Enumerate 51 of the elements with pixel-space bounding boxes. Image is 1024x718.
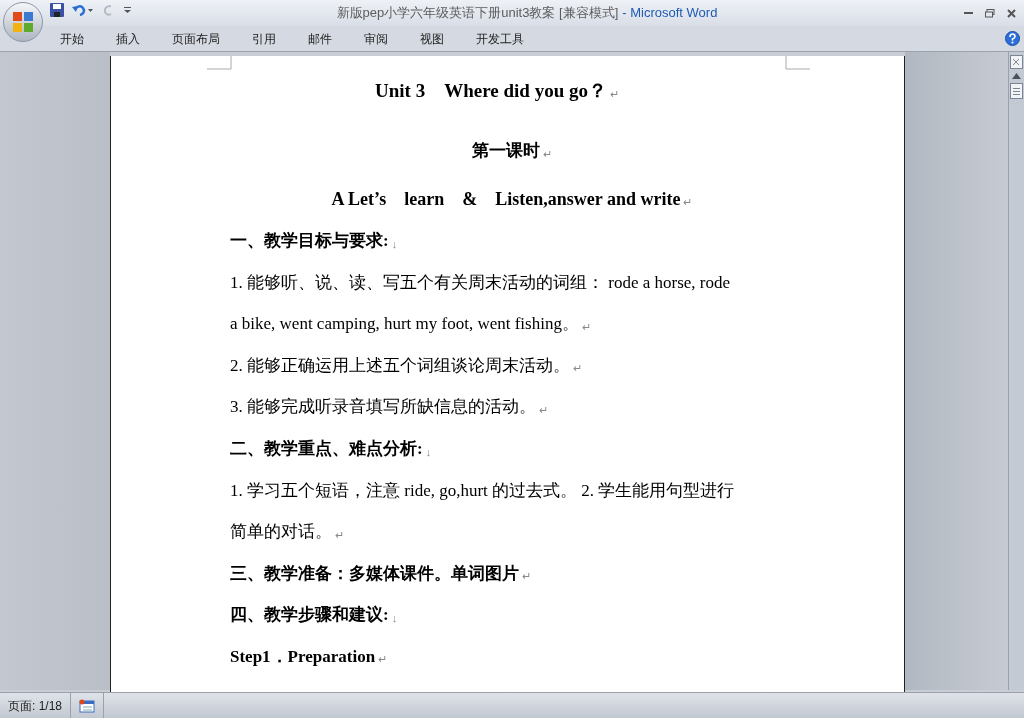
close-icon[interactable] [1007,8,1016,18]
paragraph-mark: ↵ [543,146,552,162]
ribbon-tab[interactable]: 视图 [404,29,460,48]
minimize-icon[interactable] [964,11,973,15]
scroll-thumb[interactable] [1010,83,1023,99]
customize-toolbar-icon[interactable] [124,6,132,14]
paragraph-mark: ↓ [425,444,432,460]
ribbon-tab[interactable]: 开发工具 [460,29,540,48]
paragraph-mark: ↵ [539,402,548,418]
proofing-icon[interactable] [79,698,96,713]
crop-mark [785,56,810,70]
save-icon[interactable] [50,3,64,17]
section-heading: 二、教学重点、难点分析: [230,438,423,460]
paragraph-mark: ↓ [391,236,398,252]
ribbon-tab[interactable]: 引用 [236,29,292,48]
paragraph-mark: ↵ [522,569,531,585]
ribbon-tab[interactable]: 页面布局 [156,29,236,48]
lesson-title: 第一课时 [472,140,540,163]
section-heading: 一、教学目标与要求: [230,230,389,253]
ribbon-tab[interactable]: 审阅 [348,29,404,48]
paragraph-mark: ↓ [391,610,398,626]
body-text: 1. 学习五个短语，注意 ride, go,hurt 的过去式。 2. 学生能用句型进行 [230,479,735,502]
body-text: 简单的对话。 [230,521,332,544]
body-text: 3. 能够完成听录音填写所缺信息的活动。 [230,396,536,419]
paragraph-mark: ↵ [378,652,388,668]
section-heading: Step1．Preparation [230,646,376,668]
body-text: 1. 能够听、说、读、写五个有关周末活动的词组： rode a horse, rode [230,271,731,294]
page-count[interactable]: 页面: 1/18 [0,693,72,718]
section-heading: 四、教学步骤和建议: [230,604,389,627]
ribbon-tab[interactable]: 插入 [100,29,156,48]
section-title: A Let’s learn & Listen,answer and write [331,187,681,211]
undo-icon[interactable] [72,3,94,17]
body-text: 2. 能够正确运用上述五个词组谈论周末活动。 [230,354,570,377]
office-logo-icon [12,11,34,33]
ruler-toggle-icon[interactable] [1010,55,1023,69]
scroll-up-icon[interactable] [1012,73,1021,79]
paragraph-mark: ↵ [573,361,582,377]
ribbon-tab[interactable]: 邮件 [292,29,348,48]
document-title: Unit 3 Where did you go？ [375,78,607,103]
restore-icon[interactable] [985,8,995,18]
section-heading: 三、教学准备：多媒体课件。单词图片 [230,562,519,585]
body-text: a bike, went camping, hurt my foot, went fishing。 [230,313,579,336]
window-title: 新版pep小学六年级英语下册unit3教案 [兼容模式] [336,4,619,23]
ribbon-tab[interactable]: 开始 [44,29,100,48]
crop-mark [207,56,232,70]
paragraph-mark: ↵ [683,194,693,210]
help-icon[interactable] [1005,31,1020,46]
paragraph-mark: ↵ [581,319,591,335]
paragraph-mark: ↵ [335,527,344,543]
paragraph-mark: ↵ [609,86,619,102]
app-name: - Microsoft Word [622,4,718,23]
